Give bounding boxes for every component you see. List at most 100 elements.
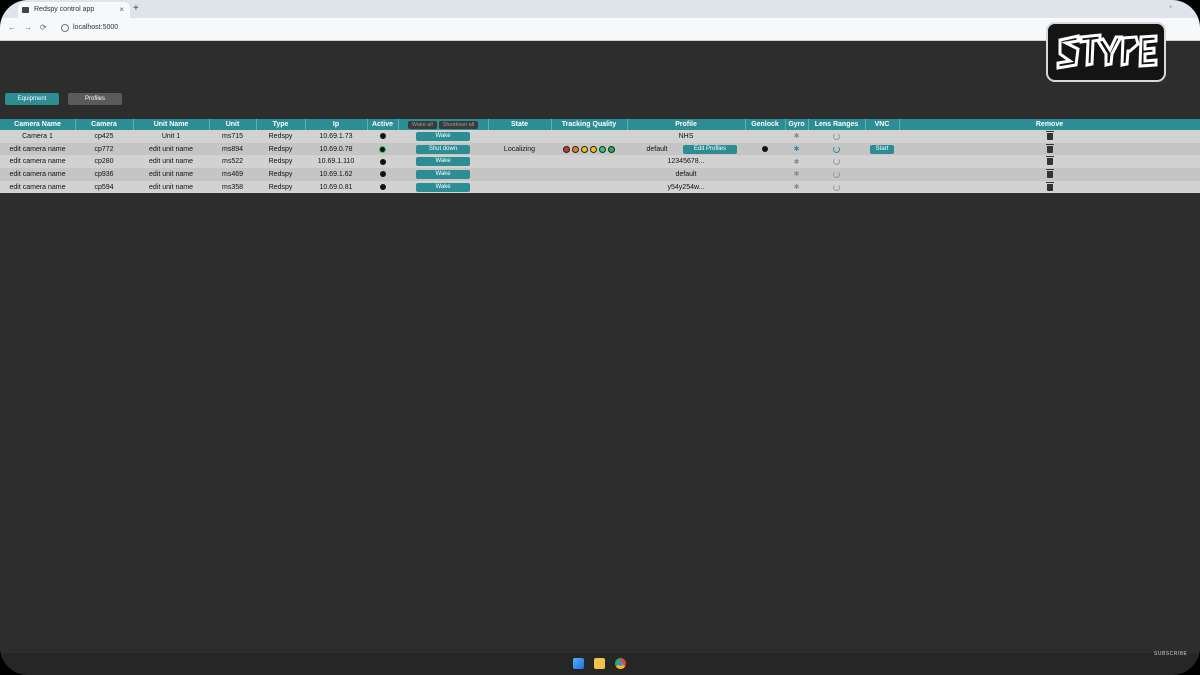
- profile-cell: NHS: [627, 130, 745, 143]
- inactive-dot-icon: [379, 184, 386, 191]
- shutdown-all-button[interactable]: Shutdown all: [438, 120, 479, 129]
- gyro-icon[interactable]: ✱: [794, 158, 800, 166]
- profiles-button[interactable]: Profiles: [68, 93, 122, 105]
- vnc-cell: [865, 130, 899, 143]
- state-cell: [488, 168, 551, 181]
- lens-ranges-icon[interactable]: [833, 132, 840, 140]
- trash-icon[interactable]: [1045, 168, 1054, 178]
- chrome-icon[interactable]: [615, 658, 626, 669]
- profile-name: 12345678...: [667, 158, 705, 166]
- header-profile: Profile: [627, 119, 746, 130]
- state-cell: [488, 130, 551, 143]
- type-cell: Redspy: [268, 132, 293, 140]
- state-cell: [488, 155, 551, 168]
- camera-name-cell[interactable]: edit camera name: [0, 181, 75, 194]
- ip-cell: 10.69.1.73: [319, 132, 353, 140]
- header-camera-name: Camera Name: [0, 119, 76, 130]
- header-type: Type: [256, 119, 306, 130]
- unit-name-cell[interactable]: edit unit name: [133, 168, 209, 181]
- trash-icon[interactable]: [1045, 130, 1054, 140]
- window-control-icon[interactable]: ◦: [1169, 2, 1172, 11]
- ip-cell: 10.69.0.78: [319, 145, 353, 153]
- profile-cell: 12345678...: [627, 155, 745, 168]
- remove-cell: [899, 130, 1200, 143]
- lens-ranges-cell: [808, 168, 865, 181]
- unit-name-cell[interactable]: edit unit name: [133, 143, 209, 156]
- shut-down-button[interactable]: Shut down: [416, 144, 470, 154]
- forward-icon[interactable]: →: [24, 23, 32, 32]
- new-tab-button[interactable]: +: [133, 1, 139, 17]
- wake-button[interactable]: Wake: [416, 131, 470, 141]
- tracking-quality-cell: [551, 143, 627, 156]
- profile-name: NHS: [678, 132, 694, 140]
- camera-name-cell[interactable]: Camera 1: [0, 130, 75, 143]
- inactive-dot-icon: [379, 158, 386, 165]
- file-explorer-icon[interactable]: [594, 658, 605, 669]
- active-cell: [367, 143, 398, 156]
- wake-button[interactable]: Wake: [416, 182, 470, 192]
- subscribe-overlay: SUBSCRIBE: [1154, 651, 1188, 657]
- header-actions: Wake all Shutdown all: [398, 119, 489, 130]
- trash-icon[interactable]: [1045, 181, 1054, 191]
- vnc-start-button[interactable]: Start: [870, 144, 894, 154]
- lens-ranges-icon[interactable]: [833, 158, 840, 166]
- reload-icon[interactable]: ⟳: [40, 23, 47, 32]
- table-header: Camera Name Camera Unit Name Unit Type I…: [0, 119, 1200, 130]
- url-text[interactable]: localhost:5000: [73, 24, 118, 31]
- header-unit-name: Unit Name: [133, 119, 210, 130]
- equipment-button[interactable]: Equipment: [5, 93, 59, 105]
- camera-name-cell[interactable]: edit camera name: [0, 168, 75, 181]
- gyro-icon[interactable]: ✱: [794, 145, 800, 153]
- lens-ranges-icon[interactable]: [833, 183, 840, 191]
- gyro-icon[interactable]: ✱: [794, 183, 800, 191]
- site-info-icon[interactable]: [61, 24, 69, 32]
- wake-button[interactable]: Wake: [416, 169, 470, 179]
- genlock-dot-icon: [762, 146, 768, 153]
- unit-cell: ms894: [221, 145, 243, 153]
- lens-ranges-cell: [808, 130, 865, 143]
- windows-start-icon[interactable]: [573, 658, 584, 669]
- trash-icon[interactable]: [1045, 143, 1054, 153]
- profile-name: default: [675, 170, 697, 178]
- tracking-quality-cell: [551, 155, 627, 168]
- type-cell: Redspy: [268, 170, 293, 178]
- state-cell: Localizing: [503, 145, 536, 153]
- unit-name-cell[interactable]: Unit 1: [133, 130, 209, 143]
- gyro-icon[interactable]: ✱: [794, 132, 800, 140]
- action-cell: Wake: [398, 155, 488, 168]
- tracking-quality-cell: [551, 130, 627, 143]
- type-cell: Redspy: [268, 183, 293, 191]
- wake-button[interactable]: Wake: [416, 157, 470, 167]
- header-vnc: VNC: [865, 119, 900, 130]
- gyro-icon[interactable]: ✱: [794, 170, 800, 178]
- edit-profiles-button[interactable]: Edit Profiles: [683, 144, 737, 154]
- gyro-cell: ✱: [785, 130, 808, 143]
- camera-name-cell[interactable]: edit camera name: [0, 143, 75, 156]
- camera-cell: cp594: [94, 183, 114, 191]
- gyro-cell: ✱: [785, 155, 808, 168]
- vnc-cell: Start: [865, 143, 899, 156]
- unit-name-cell[interactable]: edit unit name: [133, 155, 209, 168]
- genlock-cell: [745, 168, 785, 181]
- camera-cell: cp280: [94, 158, 114, 166]
- unit-name-cell[interactable]: edit unit name: [133, 181, 209, 194]
- lens-ranges-icon[interactable]: [833, 145, 840, 153]
- back-icon[interactable]: ←: [8, 23, 16, 32]
- lens-ranges-icon[interactable]: [833, 170, 840, 178]
- inactive-dot-icon: [379, 133, 386, 140]
- tracking-quality-dot-icon: [563, 145, 570, 153]
- wake-all-button[interactable]: Wake all: [407, 120, 437, 129]
- active-cell: [367, 155, 398, 168]
- header-gyro: Gyro: [785, 119, 809, 130]
- table-row: edit camera name cp772 edit unit name ms…: [0, 142, 1200, 156]
- action-cell: Shut down: [398, 143, 488, 156]
- screen: Redspy control app × + ◦ ← → ⟳ localhost…: [0, 0, 1200, 675]
- table-row: Camera 1 cp425 Unit 1 ms715 Redspy 10.69…: [0, 130, 1200, 143]
- state-cell: [488, 181, 551, 194]
- camera-name-cell[interactable]: edit camera name: [0, 155, 75, 168]
- tab-close-icon[interactable]: ×: [119, 2, 124, 18]
- trash-icon[interactable]: [1045, 156, 1054, 166]
- type-cell: Redspy: [268, 158, 293, 166]
- browser-tab[interactable]: Redspy control app ×: [18, 2, 130, 18]
- camera-cell: cp772: [94, 145, 114, 153]
